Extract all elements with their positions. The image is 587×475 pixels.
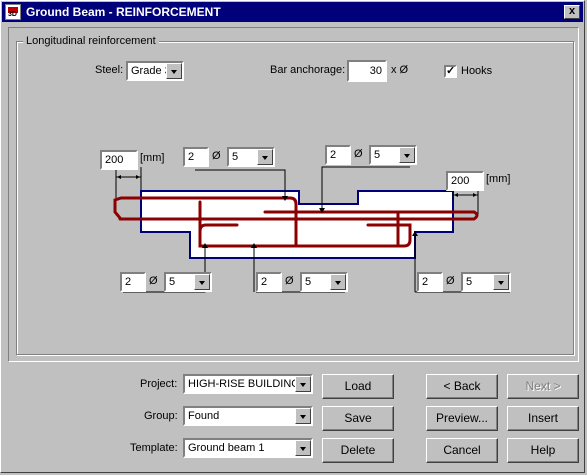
bottom-left-count-input[interactable]: 2 [120, 272, 146, 292]
chevron-down-icon[interactable] [330, 274, 346, 290]
chevron-down-icon[interactable] [493, 274, 509, 290]
chevron-down-icon[interactable] [295, 440, 311, 456]
project-label: Project: [140, 378, 178, 390]
top-left-count-input[interactable]: 2 [183, 147, 209, 167]
load-button[interactable]: Load [322, 374, 394, 399]
chevron-down-icon[interactable] [295, 376, 311, 392]
right-dimension-unit: [mm] [486, 173, 511, 185]
top-left-diameter-value: 5 [232, 151, 239, 163]
delete-button[interactable]: Delete [322, 438, 394, 463]
left-dimension-unit: [mm] [140, 152, 165, 164]
template-combo[interactable]: Ground beam 1 [183, 438, 313, 458]
bottom-right-diameter-value: 5 [466, 276, 473, 288]
bottom-right-diameter-combo[interactable]: 5 [461, 272, 511, 292]
top-right-diameter-combo[interactable]: 5 [369, 145, 417, 165]
chevron-down-icon[interactable] [399, 147, 415, 163]
group-value: Found [188, 410, 220, 422]
bottom-right-count-input[interactable]: 2 [417, 272, 443, 292]
top-right-diameter-value: 5 [374, 149, 381, 161]
bottom-left-diameter-value: 5 [169, 276, 176, 288]
template-label: Template: [130, 442, 178, 454]
group-field-label: Group: [144, 410, 178, 422]
bottom-mid-count-input[interactable]: 2 [256, 272, 282, 292]
bottom-left-phi: Ø [149, 275, 158, 287]
bottom-mid-phi: Ø [285, 275, 294, 287]
chevron-down-icon[interactable] [295, 408, 311, 424]
next-button[interactable]: Next > [507, 374, 579, 399]
help-button[interactable]: Help [507, 438, 579, 463]
bottom-right-phi: Ø [446, 275, 455, 287]
chevron-down-icon[interactable] [257, 149, 273, 165]
bottom-left-diameter-combo[interactable]: 5 [164, 272, 212, 292]
back-button[interactable]: < Back [426, 374, 498, 399]
chevron-down-icon[interactable] [194, 274, 210, 290]
top-left-phi: Ø [212, 150, 221, 162]
preview-button[interactable]: Preview... [426, 406, 498, 431]
right-dimension-input[interactable]: 200 [446, 171, 484, 191]
left-dimension-input[interactable]: 200 [100, 150, 138, 170]
top-right-phi: Ø [354, 148, 363, 160]
project-value: HIGH-RISE BUILDING [188, 378, 300, 390]
project-combo[interactable]: HIGH-RISE BUILDING [183, 374, 313, 394]
bottom-mid-diameter-combo[interactable]: 5 [300, 272, 348, 292]
top-left-diameter-combo[interactable]: 5 [227, 147, 275, 167]
bottom-mid-diameter-value: 5 [305, 276, 312, 288]
group-combo[interactable]: Found [183, 406, 313, 426]
insert-button[interactable]: Insert [507, 406, 579, 431]
beam-drawing [113, 166, 510, 293]
template-value: Ground beam 1 [188, 442, 265, 454]
save-button[interactable]: Save [322, 406, 394, 431]
top-right-count-input[interactable]: 2 [325, 145, 351, 165]
cancel-button[interactable]: Cancel [426, 438, 498, 463]
